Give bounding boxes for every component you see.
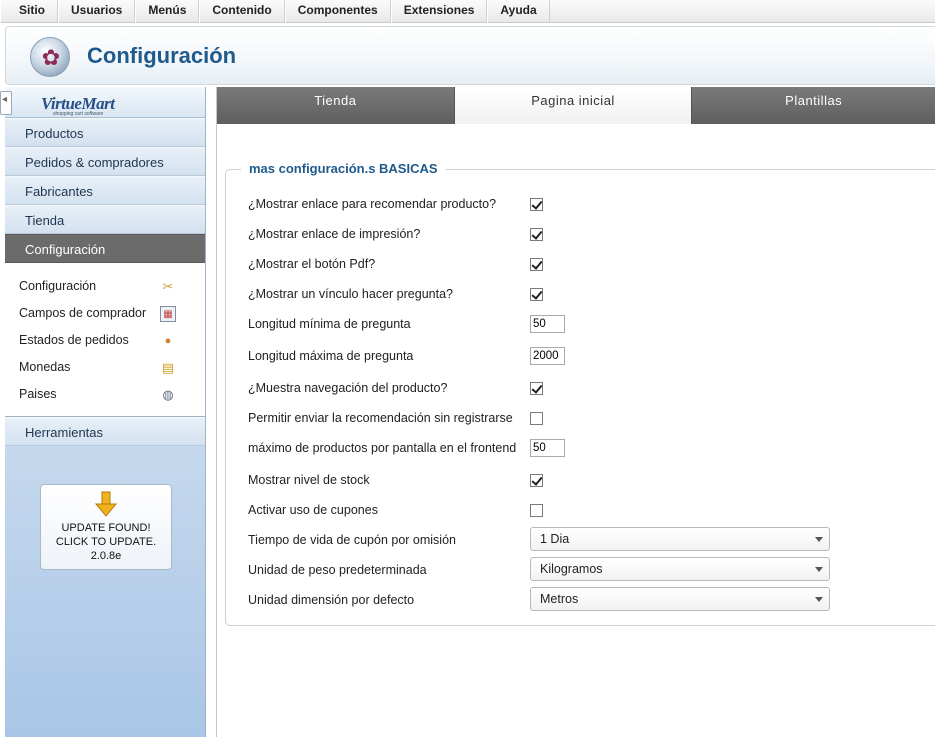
top-menu-bar: Sitio Usuarios Menús Contenido Component…: [0, 0, 935, 23]
recommend-without-register-checkbox[interactable]: [530, 412, 543, 425]
submenu-label: Estados de pedidos: [19, 333, 129, 347]
sidebar-item-tienda[interactable]: Tienda: [5, 205, 205, 234]
sidebar-brand: ◂ VirtueMart shopping cart software: [0, 87, 205, 118]
page-header: ✿ Configuración: [5, 26, 935, 85]
submenu-item-monedas[interactable]: Monedas ▤: [5, 354, 205, 381]
setting-label: Longitud máxima de pregunta: [248, 349, 414, 363]
setting-label: Unidad de peso predeterminada: [248, 563, 427, 577]
submenu-item-campos[interactable]: Campos de comprador ▦: [5, 300, 205, 327]
download-arrow-icon: [94, 491, 118, 517]
form-fields-icon: ▦: [160, 306, 176, 322]
select-value: Kilogramos: [540, 562, 603, 576]
stock-level-checkbox[interactable]: [530, 474, 543, 487]
menu-sitio[interactable]: Sitio: [0, 0, 58, 23]
setting-label: máximo de productos por pantalla en el f…: [248, 441, 517, 455]
globe-icon: ◍: [162, 387, 174, 402]
ask-question-checkbox[interactable]: [530, 288, 543, 301]
main-content: Tienda Pagina inicial Plantillas mas con…: [216, 87, 935, 737]
coupon-lifetime-select[interactable]: 1 Dia: [530, 527, 830, 551]
setting-label: ¿Mostrar un vínculo hacer pregunta?: [248, 287, 453, 301]
tab-bar: Tienda Pagina inicial Plantillas: [217, 87, 935, 124]
virtuemart-logo-icon: ✿: [30, 37, 70, 77]
update-notice-button[interactable]: UPDATE FOUND! CLICK TO UPDATE. 2.0.8e: [40, 484, 172, 570]
setting-label: ¿Mostrar el botón Pdf?: [248, 257, 376, 271]
page-title: Configuración: [87, 43, 237, 68]
menu-usuarios[interactable]: Usuarios: [58, 0, 136, 23]
setting-label: Activar uso de cupones: [248, 503, 378, 517]
sidebar-item-herramientas[interactable]: Herramientas: [5, 417, 205, 446]
setting-label: ¿Muestra navegación del producto?: [248, 381, 448, 395]
brand-tagline: shopping cart software: [53, 111, 104, 117]
sidebar-item-productos[interactable]: Productos: [5, 118, 205, 147]
tools-icon: ✂: [162, 279, 174, 294]
sidebar-item-fabricantes[interactable]: Fabricantes: [5, 176, 205, 205]
tab-pagina-inicial[interactable]: Pagina inicial: [454, 87, 693, 124]
setting-label: Unidad dimensión por defecto: [248, 593, 415, 607]
sidebar-item-configuracion[interactable]: Configuración: [5, 234, 205, 263]
order-status-icon: ●: [164, 335, 172, 347]
sidebar-item-pedidos[interactable]: Pedidos & compradores: [5, 147, 205, 176]
setting-label: Mostrar nivel de stock: [248, 473, 370, 487]
print-link-checkbox[interactable]: [530, 228, 543, 241]
setting-label: Longitud mínima de pregunta: [248, 317, 411, 331]
fieldset-legend: mas configuración.s BASICAS: [241, 161, 446, 176]
pdf-button-checkbox[interactable]: [530, 258, 543, 271]
menu-componentes[interactable]: Componentes: [284, 0, 391, 23]
update-version: 2.0.8e: [90, 550, 122, 562]
submenu-label: Configuración: [19, 279, 97, 293]
submenu-label: Campos de comprador: [19, 306, 147, 320]
chevron-down-icon: [815, 567, 823, 572]
recommend-link-checkbox[interactable]: [530, 198, 543, 211]
setting-label: Tiempo de vida de cupón por omisión: [248, 533, 456, 547]
min-question-length-input[interactable]: [530, 315, 565, 333]
dimension-unit-select[interactable]: Metros: [530, 587, 830, 611]
weight-unit-select[interactable]: Kilogramos: [530, 557, 830, 581]
setting-label: ¿Mostrar enlace de impresión?: [248, 227, 421, 241]
tab-plantillas[interactable]: Plantillas: [692, 87, 935, 124]
sidebar: ◂ VirtueMart shopping cart software Prod…: [0, 87, 206, 737]
submenu-label: Monedas: [19, 360, 71, 374]
update-text: UPDATE FOUND! CLICK TO UPDATE.: [55, 522, 157, 548]
submenu-item-estados[interactable]: Estados de pedidos ●: [5, 327, 205, 354]
coins-icon: ▤: [161, 360, 175, 375]
setting-label: Permitir enviar la recomendación sin reg…: [248, 411, 513, 425]
submenu-item-configuracion[interactable]: Configuración ✂: [5, 273, 205, 300]
submenu-label: Paises: [19, 387, 57, 401]
select-value: Metros: [540, 592, 579, 606]
coupons-checkbox[interactable]: [530, 504, 543, 517]
select-value: 1 Dia: [540, 532, 570, 546]
menu-contenido[interactable]: Contenido: [199, 0, 285, 23]
setting-label: ¿Mostrar enlace para recomendar producto…: [248, 197, 497, 211]
sidebar-submenu: Configuración ✂ Campos de comprador ▦ Es…: [5, 263, 205, 417]
menu-extensiones[interactable]: Extensiones: [390, 0, 488, 23]
chevron-left-icon: ◂: [2, 94, 8, 105]
tab-tienda[interactable]: Tienda: [217, 87, 455, 124]
menu-menus[interactable]: Menús: [135, 0, 200, 23]
product-navigation-checkbox[interactable]: [530, 382, 543, 395]
chevron-down-icon: [815, 537, 823, 542]
menu-ayuda[interactable]: Ayuda: [487, 0, 550, 23]
chevron-down-icon: [815, 597, 823, 602]
max-question-length-input[interactable]: [530, 347, 565, 365]
submenu-item-paises[interactable]: Paises ◍: [5, 381, 205, 408]
products-per-page-input[interactable]: [530, 439, 565, 457]
sidebar-collapse-handle[interactable]: ◂: [0, 91, 12, 115]
